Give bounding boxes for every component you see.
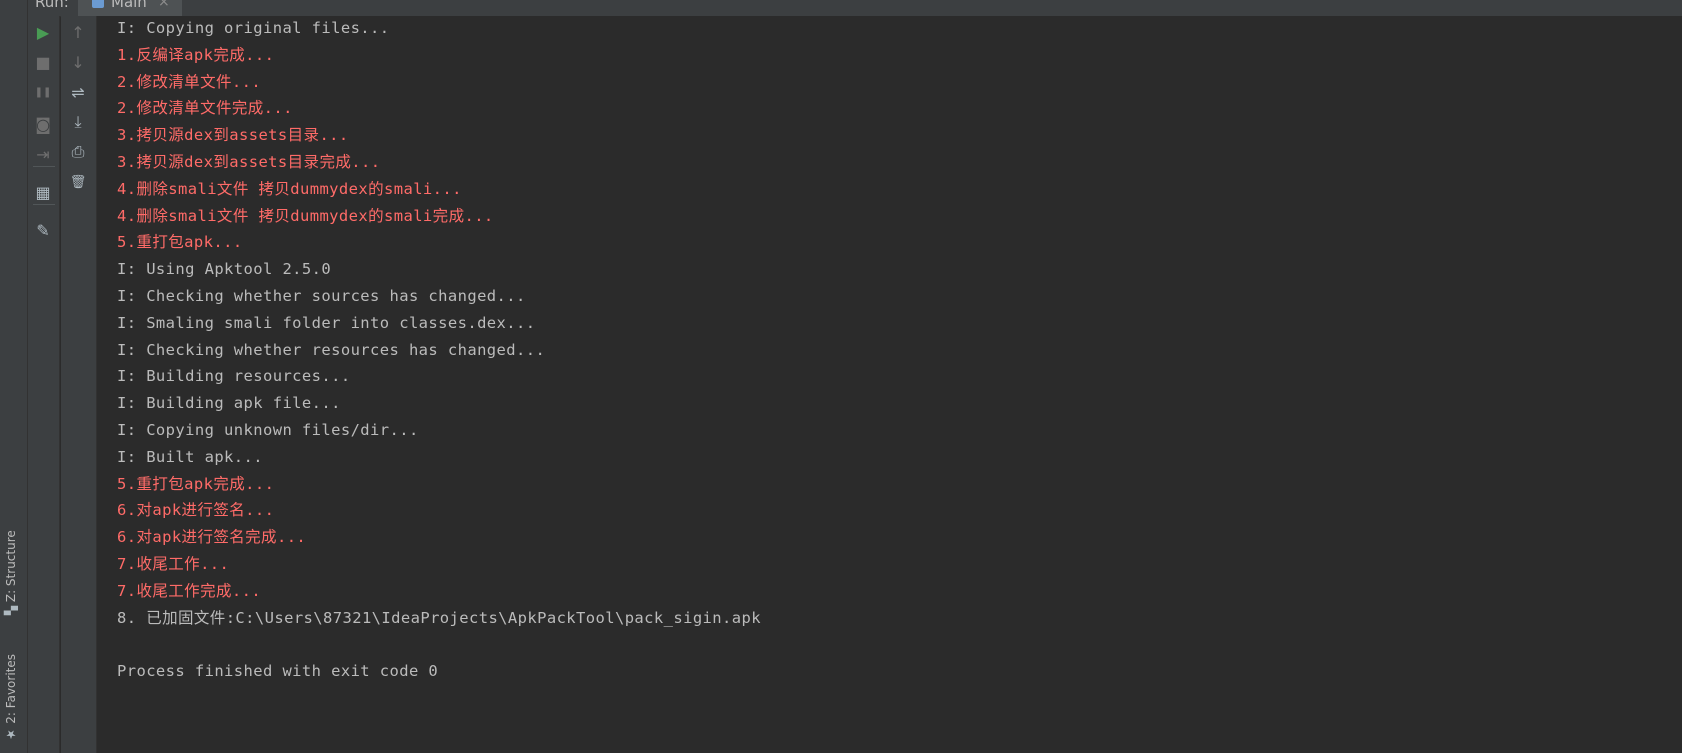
arrow-up-icon[interactable]: ↑ <box>66 20 90 44</box>
console-line: I: Building resources... <box>117 367 351 386</box>
console-line: 8. 已加固文件:C:\Users\87321\IdeaProjects\Apk… <box>117 608 761 627</box>
stop-icon[interactable]: ■ <box>31 50 55 74</box>
trash-icon[interactable]: 🗑 <box>66 170 90 194</box>
console-line: 3.拷贝源dex到assets目录... <box>117 126 349 145</box>
favorites-tab-label: 2: Favorites <box>4 654 18 724</box>
pause-icon[interactable]: ❚❚ <box>31 80 55 104</box>
tab-main-label: Main <box>111 0 147 11</box>
layout-icon[interactable]: ▦ <box>31 180 55 204</box>
console-line: I: Copying original files... <box>117 19 390 37</box>
toolbar-separator <box>33 204 55 205</box>
console-line: I: Smaling smali folder into classes.dex… <box>117 313 536 332</box>
close-icon[interactable]: × <box>158 0 170 10</box>
camera-icon[interactable]: ◙ <box>31 112 55 136</box>
exit-icon[interactable]: ⇥ <box>31 142 55 166</box>
run-label: Run: <box>35 0 69 11</box>
run-tool-window: ▚ Z: Structure ★ 2: Favorites Run: Main … <box>0 0 1682 753</box>
console-line: I: Checking whether resources has change… <box>117 340 546 359</box>
console-line: 4.删除smali文件 拷贝dummydex的smali完成... <box>117 206 494 225</box>
tab-main[interactable]: Main × <box>78 0 182 16</box>
run-toolbar-secondary: ↑ ↓ ⇌ ⤓ ⎙ 🗑 <box>61 16 97 753</box>
run-toolbar-primary: ▶ ■ ❚❚ ◙ ⇥ ▦ ✎ <box>28 16 60 753</box>
left-tool-strip: ▚ Z: Structure ★ 2: Favorites <box>0 0 28 753</box>
arrow-down-icon[interactable]: ↓ <box>66 50 90 74</box>
console-line: I: Built apk... <box>117 447 263 466</box>
console-line: Process finished with exit code 0 <box>117 662 439 681</box>
print-icon[interactable]: ⎙ <box>66 140 90 164</box>
structure-icon: ▚ <box>4 605 18 616</box>
console-line: 4.删除smali文件 拷贝dummydex的smali... <box>117 179 462 198</box>
console-line: 7.收尾工作... <box>117 555 230 573</box>
console-line: 6.对apk进行签名... <box>117 501 275 520</box>
console-line: 5.重打包apk完成... <box>117 474 275 493</box>
console-line: 2.修改清单文件完成... <box>117 99 293 118</box>
console-line: 2.修改清单文件... <box>117 72 262 91</box>
console-line: I: Checking whether sources has changed.… <box>117 287 526 305</box>
toolbar-separator <box>33 166 55 167</box>
soft-wrap-icon[interactable]: ⇌ <box>66 80 90 104</box>
run-config-icon <box>92 0 104 8</box>
favorites-tab[interactable]: ★ 2: Favorites <box>4 654 18 742</box>
console-line: I: Copying unknown files/dir... <box>117 421 419 439</box>
console-line: 6.对apk进行签名完成... <box>117 528 307 547</box>
scroll-to-end-icon[interactable]: ⤓ <box>66 110 90 134</box>
console-output[interactable]: I: Copying original files... 1.反编译apk完成..… <box>97 16 1682 753</box>
structure-tab[interactable]: ▚ Z: Structure <box>4 530 18 615</box>
run-tab-bar: Run: Main × <box>28 0 1682 17</box>
console-line: 1.反编译apk完成... <box>117 45 275 64</box>
rerun-icon[interactable]: ▶ <box>31 20 55 44</box>
console-line: 7.收尾工作完成... <box>117 581 262 600</box>
console-line: I: Using Apktool 2.5.0 <box>117 260 332 279</box>
console-line: I: Building apk file... <box>117 394 341 413</box>
console-line: 3.拷贝源dex到assets目录完成... <box>117 153 381 171</box>
console-line: 5.重打包apk... <box>117 233 243 252</box>
pin-icon[interactable]: ✎ <box>31 218 55 242</box>
star-icon: ★ <box>4 727 18 742</box>
structure-tab-label: Z: Structure <box>4 530 18 602</box>
